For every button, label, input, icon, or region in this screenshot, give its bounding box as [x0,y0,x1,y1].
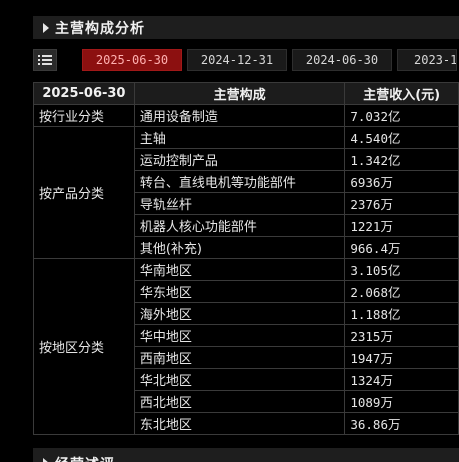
revenue-column-header: 主营收入(元) [344,82,459,105]
business-review-header: 经营述评 [33,448,459,462]
tab-2025-06-30[interactable]: 2025-06-30 [82,49,182,71]
item-name: 华东地区 [133,280,346,303]
item-value: 2.068亿 [344,280,459,303]
expand-triangle-icon[interactable] [43,457,49,462]
item-name: 转台、直线电机等功能部件 [133,170,346,193]
composition-column-header: 主营构成 [133,82,346,105]
item-value: 6936万 [344,170,459,193]
item-value: 36.86万 [344,412,459,435]
item-value: 2376万 [344,192,459,215]
item-value: 1324万 [344,368,459,391]
item-value: 3.105亿 [344,258,459,281]
item-value: 4.540亿 [344,126,459,149]
business-review-title: 经营述评 [55,454,115,462]
period-tabs: 2025-06-30 2024-12-31 2024-06-30 2023-12… [82,49,457,71]
main-composition-page: 主营构成分析 2025-06-30 2024-12-31 2024-06-30 … [0,0,459,462]
item-name: 西北地区 [133,390,346,413]
table-row: 按产品分类 主轴 4.540亿 [33,126,459,259]
item-name: 主轴 [133,126,346,149]
item-name: 运动控制产品 [133,148,346,171]
item-name: 东北地区 [133,412,346,435]
item-value: 2315万 [344,324,459,347]
category-product: 按产品分类 [33,126,135,259]
item-value: 1.342亿 [344,148,459,171]
item-name: 海外地区 [133,302,346,325]
item-name: 华北地区 [133,368,346,391]
date-column-header: 2025-06-30 [33,82,135,105]
item-name: 西南地区 [133,346,346,369]
item-name: 其他(补充) [133,236,346,259]
item-value: 1947万 [344,346,459,369]
composition-table: 2025-06-30 主营构成 主营收入(元) 按行业分类 通用设备制造 7.0… [33,82,459,435]
tab-2023-12-31[interactable]: 2023-12-31 [397,49,457,71]
item-value: 1089万 [344,390,459,413]
category-industry: 按行业分类 [33,104,135,127]
table-row: 按地区分类 华南地区 3.105亿 [33,258,459,435]
item-value: 966.4万 [344,236,459,259]
item-value: 1221万 [344,214,459,237]
item-value: 1.188亿 [344,302,459,325]
list-icon [38,55,52,65]
tab-2024-12-31[interactable]: 2024-12-31 [187,49,287,71]
item-name: 华南地区 [133,258,346,281]
section-title: 主营构成分析 [55,20,145,37]
tab-2024-06-30[interactable]: 2024-06-30 [292,49,392,71]
item-value: 7.032亿 [344,104,459,127]
table-row: 按行业分类 通用设备制造 7.032亿 [33,104,459,127]
list-menu-button[interactable] [33,49,57,71]
item-name: 华中地区 [133,324,346,347]
item-name: 导轨丝杆 [133,192,346,215]
table-header-row: 2025-06-30 主营构成 主营收入(元) [33,82,459,105]
item-name: 通用设备制造 [133,104,346,127]
item-name: 机器人核心功能部件 [133,214,346,237]
category-region: 按地区分类 [33,258,135,435]
expand-triangle-icon[interactable] [43,22,49,33]
section-header: 主营构成分析 [33,16,459,39]
